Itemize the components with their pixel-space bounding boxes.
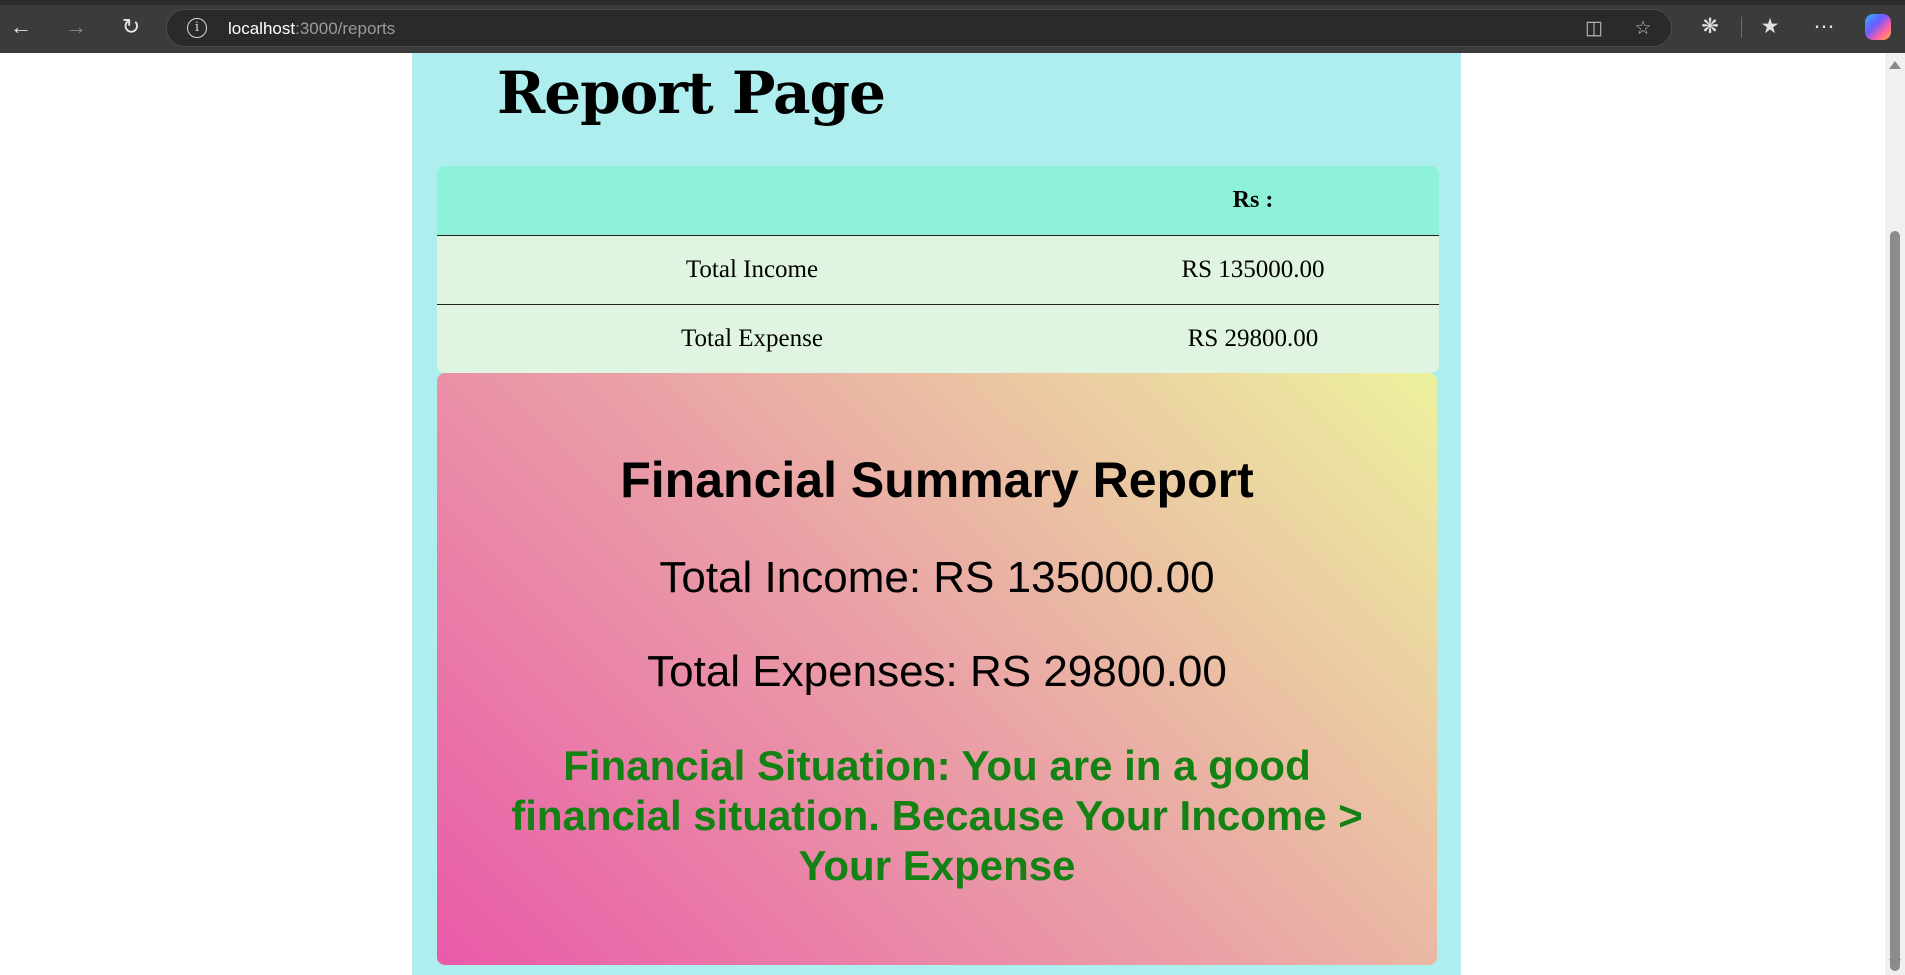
- more-options-icon[interactable]: ⋯: [1810, 13, 1838, 41]
- scroll-up-arrow-icon[interactable]: [1889, 61, 1901, 69]
- favorite-star-icon[interactable]: ☆: [1631, 17, 1655, 41]
- vertical-scrollbar[interactable]: [1885, 53, 1905, 975]
- tab-strip-edge: [0, 0, 1905, 5]
- table-cell-value: RS 29800.00: [1067, 304, 1439, 373]
- financial-situation-message: Financial Situation: You are in a good f…: [511, 742, 1363, 889]
- extensions-icon[interactable]: ❋: [1696, 13, 1724, 41]
- table-cell-label: Total Expense: [437, 304, 1067, 373]
- url-host: localhost: [228, 19, 296, 38]
- url-text[interactable]: localhost:3000/reports: [228, 19, 395, 39]
- address-bar[interactable]: i localhost:3000/reports ◫ ☆: [166, 9, 1672, 47]
- table-cell-value: RS 135000.00: [1067, 235, 1439, 305]
- scrollbar-thumb[interactable]: [1890, 231, 1900, 971]
- table-row: Total Income RS 135000.00: [437, 235, 1439, 305]
- page-viewport: Report Page Rs : Total Income RS 135000.…: [0, 53, 1885, 975]
- split-screen-icon[interactable]: ◫: [1582, 17, 1606, 41]
- summary-total-income: Total Income: RS 135000.00: [659, 553, 1215, 602]
- reload-icon[interactable]: ↻: [117, 13, 145, 41]
- table-header-rs: Rs :: [1067, 166, 1439, 236]
- favorites-icon[interactable]: ★: [1756, 13, 1784, 41]
- scroll-down-arrow-icon[interactable]: [1889, 959, 1901, 967]
- table-cell-label: Total Income: [437, 235, 1067, 305]
- toolbar-separator: [1741, 17, 1742, 38]
- forward-arrow-icon[interactable]: →: [62, 13, 90, 41]
- browser-toolbar: ← → ↻ i localhost:3000/reports ◫ ☆ ❋ ★ ⋯: [0, 0, 1905, 53]
- summary-heading: Financial Summary Report: [620, 452, 1254, 508]
- copilot-icon[interactable]: [1865, 14, 1891, 40]
- table-header-row: Rs :: [437, 166, 1439, 236]
- summary-total-expenses: Total Expenses: RS 29800.00: [647, 647, 1227, 696]
- report-table: Rs : Total Income RS 135000.00 Total Exp…: [437, 166, 1439, 373]
- financial-summary-card: Financial Summary Report Total Income: R…: [437, 373, 1437, 965]
- url-path: :3000/reports: [295, 19, 396, 38]
- site-info-icon[interactable]: i: [187, 18, 207, 38]
- page-title: Report Page: [497, 59, 886, 127]
- table-row: Total Expense RS 29800.00: [437, 304, 1439, 373]
- report-container: Report Page Rs : Total Income RS 135000.…: [412, 53, 1461, 975]
- table-header-label: [437, 166, 1067, 236]
- back-arrow-icon[interactable]: ←: [7, 13, 35, 41]
